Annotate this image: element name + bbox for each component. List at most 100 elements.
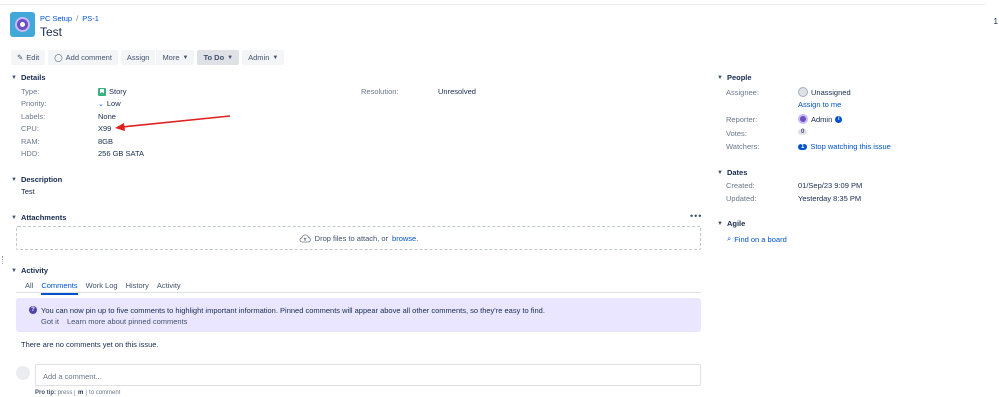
issue-toolbar: ✎ Edit ◯ Add comment Assign More ▼ To Do ▼… [11, 50, 285, 65]
pinned-comments-info: ? You can now pin up to five comments to… [16, 298, 701, 332]
pencil-icon: ✎ [17, 53, 24, 62]
type-label: Type: [21, 87, 40, 96]
admin-button[interactable]: Admin ▼ [242, 50, 285, 65]
reporter-value[interactable]: Admin i [798, 114, 843, 124]
attachments-toggle[interactable]: ▼ Attachments [11, 213, 66, 222]
status-button[interactable]: To Do ▼ [197, 50, 240, 65]
agile-heading: Agile [726, 219, 746, 228]
cpu-label: CPU: [21, 124, 39, 133]
comment-input[interactable]: Add a comment... [35, 364, 701, 386]
hdd-label: HDD: [21, 149, 40, 158]
resolution-label: Resolution: [361, 87, 399, 96]
no-comments-text: There are no comments yet on this issue. [21, 340, 159, 349]
people-toggle[interactable]: ▼ People [717, 73, 752, 82]
page-number: 1 [993, 17, 998, 26]
description-text[interactable]: Test [21, 187, 35, 196]
chevron-down-icon: ▼ [182, 54, 189, 61]
type-value-text: Story [109, 87, 127, 96]
drag-handle[interactable] [2, 256, 4, 264]
attachment-dropzone[interactable]: Drop files to attach, or browse. [16, 226, 701, 250]
more-button[interactable]: More ▼ [156, 50, 195, 65]
stop-watching-link[interactable]: Stop watching this issue [810, 142, 890, 151]
avatar [16, 366, 30, 380]
add-comment-button[interactable]: ◯ Add comment [48, 50, 118, 65]
hdd-value[interactable]: 256 GB SATA [98, 149, 144, 158]
avatar [798, 114, 808, 124]
chevron-down-icon: ▼ [717, 169, 723, 176]
tabs-divider [16, 292, 701, 293]
find-on-board-link[interactable]: ⌕ Find on a board [727, 234, 787, 244]
votes-value[interactable]: 0 [798, 129, 808, 135]
watchers-value[interactable]: 1 Stop watching this issue [798, 142, 891, 151]
info-actions: Got it Learn more about pinned comments [41, 317, 187, 326]
breadcrumb-issue-link[interactable]: PS-1 [82, 14, 99, 23]
chevron-down-icon: ▼ [11, 74, 17, 81]
updated-value: Yesterday 8:35 PM [798, 194, 862, 203]
votes-badge: 0 [798, 129, 808, 135]
priority-value: ⌄ Low [98, 99, 121, 108]
chevron-down-icon: ▼ [227, 54, 234, 61]
cloud-upload-icon [299, 234, 311, 242]
chevron-down-icon: ▼ [11, 176, 17, 183]
description-toggle[interactable]: ▼ Description [11, 175, 62, 184]
chevron-down-icon: ▼ [11, 267, 17, 274]
people-heading: People [726, 73, 752, 82]
agile-toggle[interactable]: ▼ Agile [717, 219, 745, 228]
protip-prefix: Pro tip: [35, 390, 56, 396]
attachments-heading: Attachments [20, 213, 67, 222]
learn-more-link[interactable]: Learn more about pinned comments [67, 317, 188, 326]
info-icon[interactable]: i [835, 115, 843, 123]
assign-label: Assign [126, 53, 150, 62]
chevron-down-icon: ▼ [272, 54, 279, 61]
assignee-label: Assignee: [726, 88, 759, 97]
got-it-link[interactable]: Got it [41, 317, 59, 326]
created-value: 01/Sep/23 9:09 PM [798, 181, 863, 190]
edit-button-label: Edit [26, 53, 40, 62]
admin-label: Admin [248, 53, 270, 62]
watchers-label: Watchers: [726, 142, 760, 151]
details-heading: Details [20, 73, 46, 82]
status-label: To Do [203, 53, 225, 62]
watchers-badge: 1 [798, 143, 808, 150]
assignee-value[interactable]: Unassigned [798, 87, 851, 97]
info-message: You can now pin up to five comments to h… [41, 306, 545, 315]
issue-title[interactable]: Test [40, 25, 62, 39]
assign-to-me-link[interactable]: Assign to me [798, 100, 841, 109]
attachments-more-icon[interactable]: ••• [690, 211, 702, 221]
edit-button[interactable]: ✎ Edit [11, 50, 46, 65]
updated-label: Updated: [726, 194, 757, 203]
breadcrumb-separator: / [76, 14, 79, 23]
resolution-value: Unresolved [438, 87, 476, 96]
more-label: More [162, 53, 180, 62]
breadcrumb: PC Setup / PS-1 [40, 14, 99, 23]
dates-heading: Dates [726, 168, 748, 177]
created-label: Created: [726, 181, 755, 190]
protip-suffix: to comment [89, 390, 121, 396]
details-toggle[interactable]: ▼ Details [11, 73, 46, 82]
search-icon: ⌕ [727, 234, 732, 243]
type-value: Story [98, 87, 127, 96]
priority-value-text: Low [106, 99, 121, 108]
dropzone-text: Drop files to attach, or [314, 233, 389, 243]
cpu-value[interactable]: X99 [98, 124, 111, 133]
chevron-down-icon: ▼ [717, 220, 723, 227]
pro-tip: Pro tip: press m to comment [35, 390, 120, 396]
priority-low-icon: ⌄ [98, 100, 104, 108]
assign-button[interactable]: Assign [120, 50, 156, 65]
top-border [0, 4, 985, 5]
description-heading: Description [20, 175, 63, 184]
priority-label: Priority: [21, 99, 47, 108]
reporter-label: Reporter: [726, 115, 758, 124]
question-icon: ? [29, 306, 37, 314]
chevron-down-icon: ▼ [11, 214, 17, 221]
reporter-value-text: Admin [811, 114, 833, 124]
comment-icon: ◯ [54, 53, 63, 62]
ram-value[interactable]: 8GB [98, 137, 113, 146]
activity-toggle[interactable]: ▼ Activity [11, 266, 48, 275]
project-avatar[interactable] [10, 12, 35, 37]
assign-more-group: Assign More ▼ [120, 50, 195, 65]
dates-toggle[interactable]: ▼ Dates [717, 168, 747, 177]
breadcrumb-project-link[interactable]: PC Setup [40, 14, 72, 23]
browse-link[interactable]: browse. [392, 234, 418, 243]
labels-label: Labels: [21, 112, 46, 121]
